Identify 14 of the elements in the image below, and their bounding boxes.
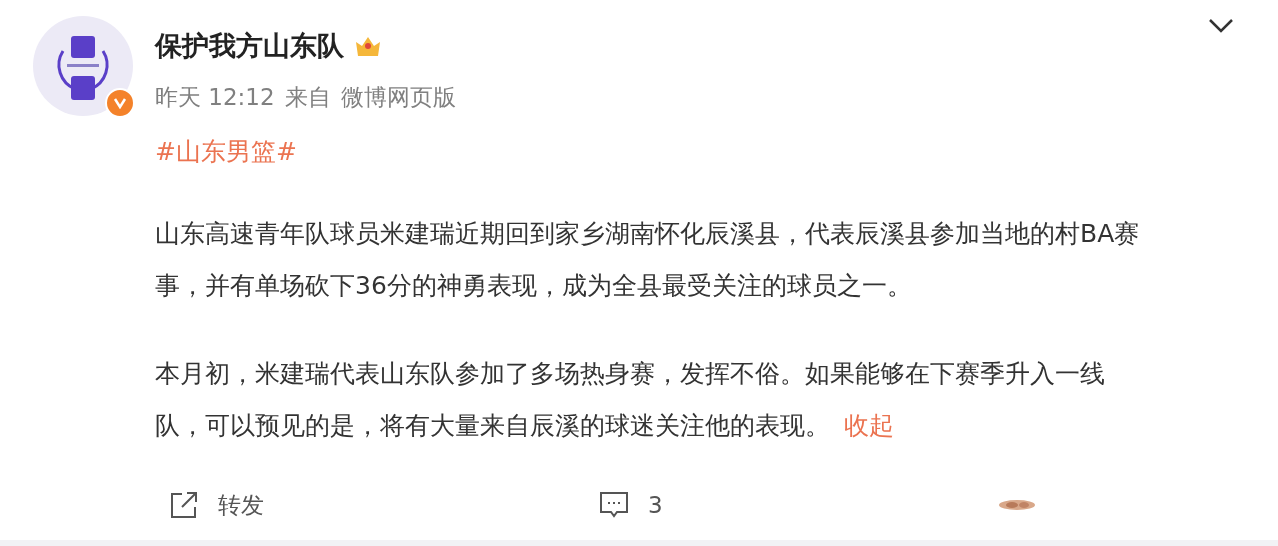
- like-button[interactable]: [998, 498, 1036, 512]
- author-name[interactable]: 保护我方山东队: [155, 28, 344, 64]
- chevron-down-icon: [1208, 18, 1234, 34]
- source-name: 微博网页版: [340, 83, 456, 112]
- share-icon: [168, 489, 200, 521]
- post-paragraph: 山东高速青年队球员米建瑞近期回到家乡湖南怀化辰溪县，代表辰溪县参加当地的村BA赛事，并有单场砍下36分的神勇表现，成为全县最受关注的球员之一。: [155, 218, 1141, 302]
- post-paragraph: 本月初，米建瑞代表山东队参加了多场热身赛，发挥不俗。如果能够在下赛季升入一线队，可以预见的是，将有大量来自辰溪的球迷关注他的表现。 收起: [155, 358, 1106, 442]
- comment-icon: [598, 490, 630, 520]
- avatar[interactable]: [33, 16, 133, 116]
- post-time: 昨天 12:12: [155, 83, 275, 112]
- source-label: 来自: [284, 83, 331, 112]
- repost-button[interactable]: 转发: [168, 489, 264, 521]
- blurred-icon: [998, 498, 1036, 512]
- comment-button[interactable]: 3: [598, 490, 663, 520]
